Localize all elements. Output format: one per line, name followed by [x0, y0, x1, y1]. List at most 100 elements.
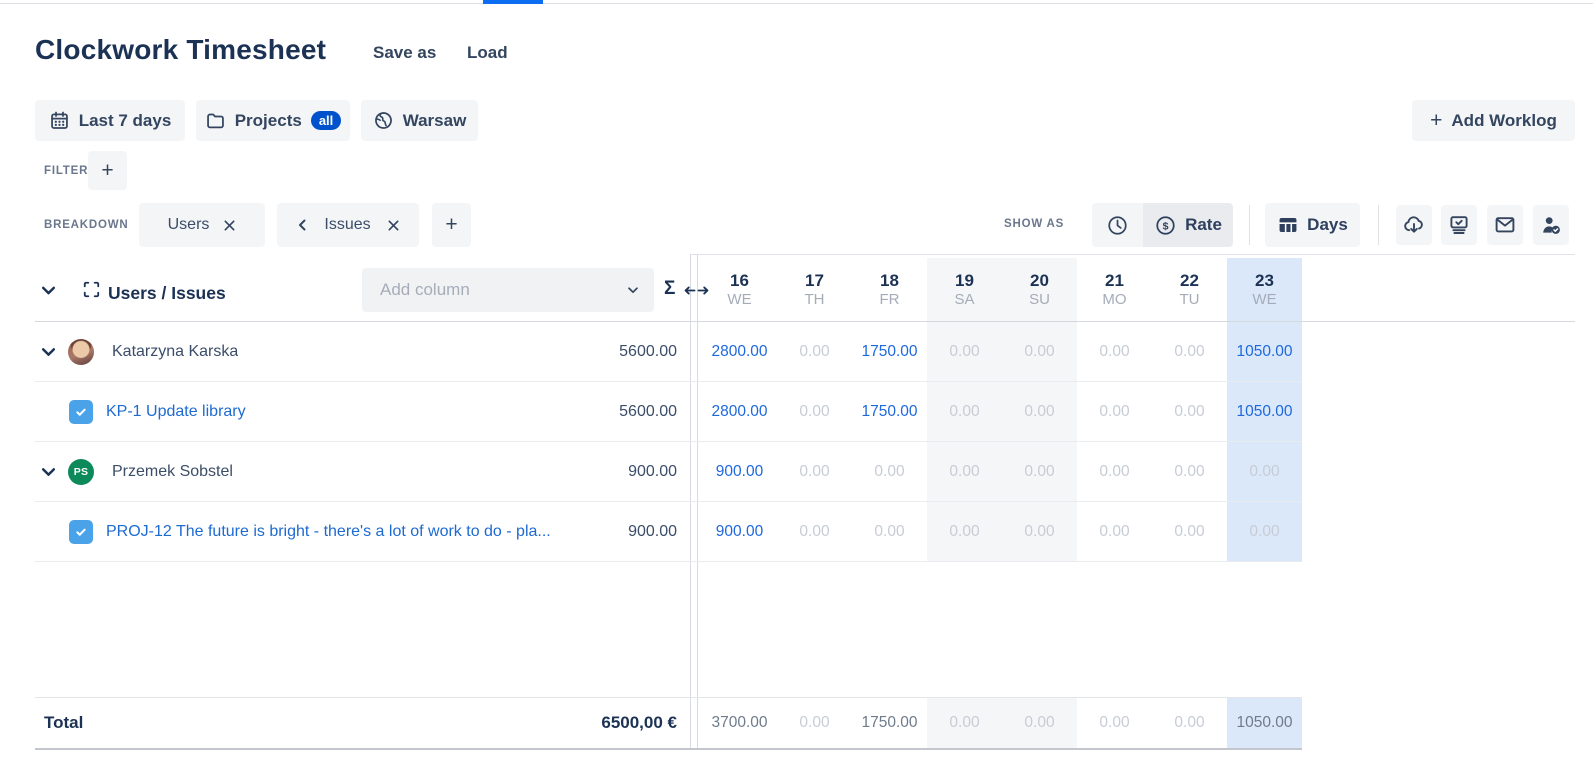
resize-columns-icon[interactable]	[683, 283, 710, 298]
top-tab-indicator	[483, 0, 543, 4]
rate-label: Rate	[1185, 215, 1222, 235]
worklog-value: 1050.00	[1236, 343, 1292, 361]
day-header-cell-21[interactable]: 21MO	[1077, 258, 1152, 321]
worklog-value: 0.00	[949, 523, 979, 541]
expand-fullscreen-icon[interactable]	[82, 280, 101, 299]
worklog-cell[interactable]: 0.00	[1152, 322, 1227, 381]
collapse-row-chevron-icon[interactable]	[40, 463, 57, 480]
show-as-rate-button[interactable]: $ Rate	[1143, 203, 1233, 247]
worklog-cell[interactable]: 0.00	[852, 442, 927, 501]
day-header-cell-22[interactable]: 22TU	[1152, 258, 1227, 321]
screen-check-icon	[1447, 213, 1471, 237]
worklog-cell[interactable]: 0.00	[777, 442, 852, 501]
add-worklog-button[interactable]: + Add Worklog	[1412, 100, 1575, 141]
location-filter-button[interactable]: Warsaw	[361, 100, 478, 141]
worklog-value: 0.00	[799, 463, 829, 481]
worklog-value: 0.00	[1174, 343, 1204, 361]
worklog-cell[interactable]: 1750.00	[852, 382, 927, 441]
day-header-cell-16[interactable]: 16WE	[702, 258, 777, 321]
worklog-cell[interactable]: 0.00	[1227, 442, 1302, 501]
load-button[interactable]: Load	[467, 43, 508, 63]
granularity-days-button[interactable]: Days	[1265, 203, 1360, 247]
clock-icon	[1106, 214, 1129, 237]
worklog-value: 0.00	[1024, 343, 1054, 361]
breakdown-chip-issues[interactable]: Issues	[277, 203, 419, 247]
worklog-cell[interactable]: 0.00	[1227, 502, 1302, 561]
total-day-value: 3700.00	[711, 714, 767, 732]
worklog-value: 1750.00	[861, 403, 917, 421]
worklog-value: 0.00	[1099, 463, 1129, 481]
add-filter-button[interactable]: +	[88, 151, 127, 190]
worklog-cell[interactable]: 0.00	[1152, 382, 1227, 441]
worklog-cell[interactable]: 0.00	[1077, 442, 1152, 501]
worklog-cell[interactable]: 0.00	[1152, 442, 1227, 501]
worklog-value: 0.00	[1099, 403, 1129, 421]
day-header-cell-20[interactable]: 20SU	[1002, 258, 1077, 321]
remove-issues-chip-icon[interactable]	[387, 219, 400, 232]
worklog-cell[interactable]: 900.00	[702, 442, 777, 501]
worklog-cell[interactable]: 0.00	[777, 382, 852, 441]
total-day-value: 0.00	[799, 714, 829, 732]
export-button[interactable]	[1396, 205, 1432, 245]
timesheets-approval-button[interactable]	[1441, 205, 1477, 245]
worklog-cell[interactable]: 0.00	[1077, 382, 1152, 441]
user-avatar: PS	[68, 459, 94, 485]
sum-column-toggle[interactable]: Σ	[664, 278, 675, 300]
clockwork-timesheet-app: Clockwork Timesheet Save as Load Last 7 …	[0, 0, 1593, 767]
show-as-time-button[interactable]	[1092, 203, 1143, 247]
collapse-row-chevron-icon[interactable]	[40, 343, 57, 360]
worklog-cell[interactable]: 0.00	[1002, 322, 1077, 381]
row-left-cell: KP-1 Update library 5600.00	[35, 382, 690, 441]
worklog-cell[interactable]: 0.00	[927, 502, 1002, 561]
breakdown-chip-users[interactable]: Users	[139, 203, 265, 247]
worklog-cell[interactable]: 0.00	[1002, 382, 1077, 441]
globe-icon	[373, 110, 394, 131]
user-name: Katarzyna Karska	[112, 343, 238, 361]
add-worklog-label: Add Worklog	[1451, 111, 1556, 131]
worklog-cell[interactable]: 0.00	[927, 442, 1002, 501]
chevron-left-icon[interactable]	[296, 218, 308, 232]
day-header-cell-17[interactable]: 17TH	[777, 258, 852, 321]
worklog-cell[interactable]: 900.00	[702, 502, 777, 561]
day-header-cell-23[interactable]: 23WE	[1227, 258, 1302, 321]
day-header-cell-19[interactable]: 19SA	[927, 258, 1002, 321]
email-button[interactable]	[1487, 205, 1523, 245]
worklog-cell[interactable]: 1050.00	[1227, 322, 1302, 381]
issue-row: KP-1 Update library5600.002800.000.00175…	[35, 382, 1302, 442]
worklog-cell[interactable]: 0.00	[852, 502, 927, 561]
day-abbr: SU	[1029, 292, 1050, 308]
total-day-value: 0.00	[1099, 714, 1129, 732]
save-as-button[interactable]: Save as	[373, 43, 436, 63]
day-abbr: WE	[727, 292, 751, 308]
row-total-value: 5600.00	[619, 343, 677, 361]
worklog-value: 0.00	[1024, 523, 1054, 541]
worklog-cell[interactable]: 0.00	[927, 322, 1002, 381]
add-column-select[interactable]: Add column	[362, 268, 654, 312]
worklog-value: 0.00	[799, 343, 829, 361]
row-total-value: 900.00	[628, 523, 677, 541]
worklog-cell[interactable]: 0.00	[1002, 442, 1077, 501]
issue-link[interactable]: KP-1 Update library	[106, 403, 246, 421]
total-day-value: 1050.00	[1236, 714, 1292, 732]
worklog-cell[interactable]: 2800.00	[702, 322, 777, 381]
add-breakdown-button[interactable]: +	[432, 203, 471, 247]
date-range-filter-button[interactable]: Last 7 days	[35, 100, 185, 141]
issue-link[interactable]: PROJ-12 The future is bright - there's a…	[106, 523, 551, 541]
plus-icon: +	[1430, 111, 1442, 131]
worklog-cell[interactable]: 0.00	[1077, 502, 1152, 561]
remove-users-chip-icon[interactable]	[223, 219, 236, 232]
worklog-cell[interactable]: 0.00	[777, 502, 852, 561]
worklog-cell[interactable]: 1050.00	[1227, 382, 1302, 441]
worklog-cell[interactable]: 0.00	[1152, 502, 1227, 561]
worklog-cell[interactable]: 0.00	[927, 382, 1002, 441]
worklog-cell[interactable]: 0.00	[1077, 322, 1152, 381]
worklog-cell[interactable]: 2800.00	[702, 382, 777, 441]
worklog-cell[interactable]: 0.00	[777, 322, 852, 381]
day-header-cell-18[interactable]: 18FR	[852, 258, 927, 321]
projects-filter-button[interactable]: Projects all	[196, 100, 350, 141]
collapse-all-chevron-icon[interactable]	[40, 282, 57, 299]
row-total-value: 5600.00	[619, 403, 677, 421]
worklog-cell[interactable]: 0.00	[1002, 502, 1077, 561]
user-approval-button[interactable]	[1533, 205, 1569, 245]
worklog-cell[interactable]: 1750.00	[852, 322, 927, 381]
